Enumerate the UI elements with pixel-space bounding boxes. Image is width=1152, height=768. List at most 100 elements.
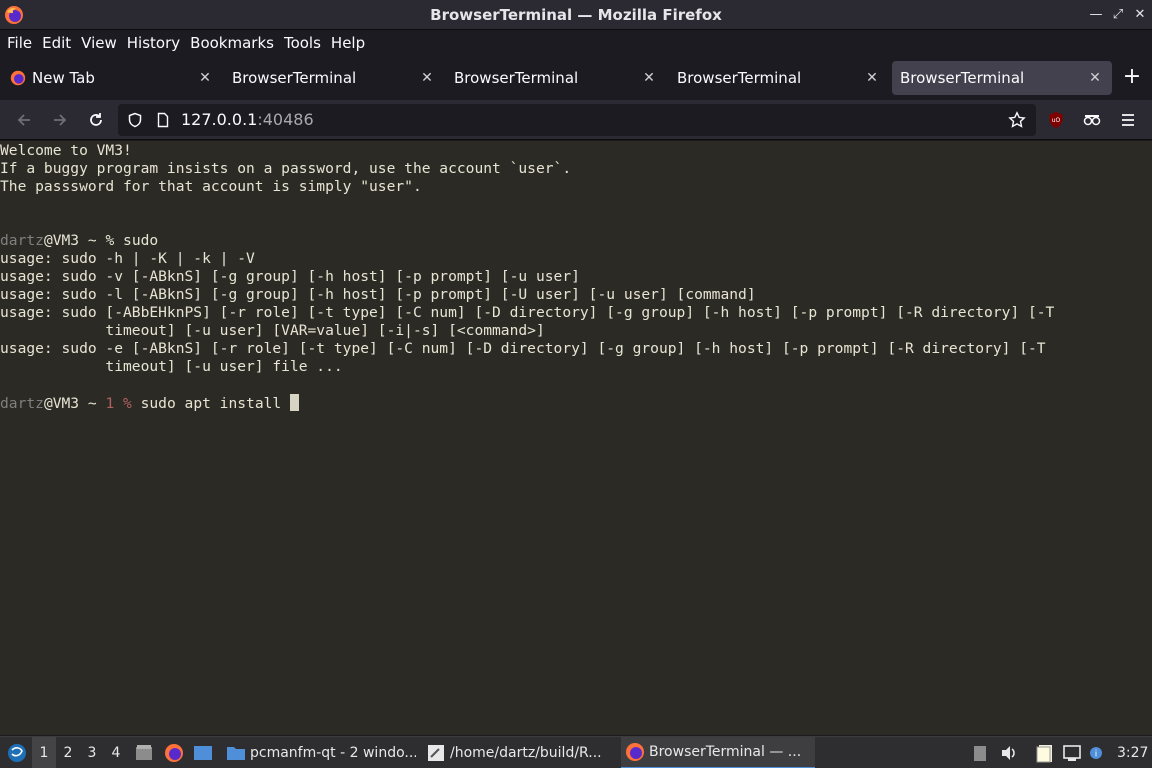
app-menu-button[interactable] [1117, 109, 1139, 131]
prompt-symbol: % [105, 232, 124, 249]
back-button[interactable] [13, 109, 35, 131]
tab-strip: New Tab ✕ BrowserTerminal ✕ BrowserTermi… [0, 58, 1152, 98]
ublock-origin-icon: uO [1049, 112, 1063, 128]
firefox-icon [165, 744, 183, 762]
prompt-user: dartz [0, 395, 44, 412]
terminal-output-line: usage: sudo [-ABbEHknPS] [-r role] [-t t… [0, 304, 1055, 321]
url-text[interactable]: 127.0.0.1:40486 [181, 110, 314, 129]
workspace-1[interactable]: 1 [32, 737, 56, 768]
tab-close-icon[interactable]: ✕ [196, 69, 214, 87]
tab-browserterminal[interactable]: BrowserTerminal ✕ [669, 61, 889, 95]
extension-button[interactable] [1081, 109, 1103, 131]
menu-edit[interactable]: Edit [37, 34, 76, 52]
menu-history[interactable]: History [122, 34, 185, 52]
terminal-output-line: timeout] [-u user] file ... [0, 358, 343, 375]
svg-text:uO: uO [1052, 117, 1061, 124]
bookmark-star-button[interactable] [1006, 109, 1028, 131]
menu-help[interactable]: Help [326, 34, 370, 52]
taskbar: 1 2 3 4 pcmanfm-qt - 2 windo... /home/da… [0, 736, 1152, 768]
firefox-launcher[interactable] [163, 737, 185, 768]
tab-close-icon[interactable]: ✕ [418, 69, 436, 87]
firefox-icon [626, 743, 644, 761]
terminal-output-line: usage: sudo -l [-ABknS] [-g group] [-h h… [0, 286, 756, 303]
terminal-prompt-line: dartz@VM3 ~ 1 % sudo apt install [0, 394, 299, 413]
tab-label: BrowserTerminal [900, 69, 1025, 87]
clipboard-icon [974, 746, 986, 761]
page-icon[interactable] [155, 112, 171, 128]
tab-label: New Tab [32, 69, 95, 87]
start-menu-button[interactable] [4, 737, 30, 768]
task-text-editor[interactable]: /home/dartz/build/R... [422, 737, 616, 768]
reload-button[interactable] [85, 109, 107, 131]
workspace-4[interactable]: 4 [104, 737, 128, 768]
volume-icon [1002, 746, 1015, 760]
menu-tools[interactable]: Tools [279, 34, 326, 52]
firefox-tab-icon [10, 70, 26, 86]
terminal-output-line: usage: sudo -h | -K | -k | -V [0, 250, 255, 267]
tab-browserterminal-active[interactable]: BrowserTerminal ✕ [892, 61, 1112, 95]
tab-browserterminal[interactable]: BrowserTerminal ✕ [224, 61, 444, 95]
tab-browserterminal[interactable]: BrowserTerminal ✕ [446, 61, 666, 95]
ublock-button[interactable]: uO [1045, 109, 1067, 131]
file-manager-icon [136, 745, 152, 760]
menu-bookmarks[interactable]: Bookmarks [185, 34, 279, 52]
tab-new-tab[interactable]: New Tab ✕ [2, 61, 222, 95]
lxqt-logo-icon [8, 744, 26, 762]
close-icon[interactable]: ✕ [1130, 5, 1150, 25]
tab-close-icon[interactable]: ✕ [863, 69, 881, 87]
terminal-area[interactable]: Welcome to VM3! If a buggy program insis… [0, 141, 1152, 735]
window-title: BrowserTerminal — Mozilla Firefox [430, 5, 722, 24]
url-port: :40486 [257, 110, 314, 129]
tray-notes[interactable] [1034, 737, 1056, 768]
menu-view[interactable]: View [76, 34, 122, 52]
task-label: /home/dartz/build/R... [450, 745, 602, 761]
desktop-icon [194, 746, 212, 760]
svg-text:i: i [1095, 750, 1098, 760]
new-tab-button[interactable]: + [1120, 66, 1144, 90]
terminal-welcome-line: If a buggy program insists on a password… [0, 160, 572, 177]
tray-notification[interactable]: i [1088, 737, 1104, 768]
hamburger-menu-icon [1122, 114, 1134, 126]
firefox-logo-icon [5, 6, 23, 24]
shield-icon[interactable] [127, 112, 143, 128]
tab-label: BrowserTerminal [232, 69, 357, 87]
workspace-2[interactable]: 2 [56, 737, 80, 768]
star-icon [1008, 111, 1026, 128]
forward-arrow-icon [54, 114, 67, 126]
prompt-user: dartz [0, 232, 44, 249]
prompt-host: @VM3 ~ [43, 232, 106, 249]
workspace-3[interactable]: 3 [80, 737, 104, 768]
terminal-welcome-line: Welcome to VM3! [0, 142, 132, 159]
window-titlebar: BrowserTerminal — Mozilla Firefox — ⤢ ✕ [0, 0, 1152, 30]
maximize-icon[interactable]: ⤢ [1108, 5, 1128, 25]
folder-icon [227, 747, 245, 760]
task-pcmanfm[interactable]: pcmanfm-qt - 2 windo... [222, 737, 416, 768]
tab-label: BrowserTerminal [677, 69, 802, 87]
tab-close-icon[interactable]: ✕ [1086, 69, 1104, 87]
tab-label: BrowserTerminal [454, 69, 579, 87]
terminal-cursor [289, 394, 299, 411]
clock[interactable]: 3:27 [1117, 737, 1148, 768]
show-desktop-button[interactable] [192, 737, 214, 768]
prompt-exit-status: 1 % [105, 395, 141, 412]
info-icon: i [1090, 747, 1102, 760]
tray-network[interactable] [1060, 737, 1084, 768]
url-bar[interactable]: 127.0.0.1:40486 [118, 104, 1036, 136]
file-manager-launcher[interactable] [133, 737, 155, 768]
task-label: BrowserTerminal — ... [649, 744, 802, 760]
forward-button[interactable] [49, 109, 71, 131]
terminal-welcome-line: The passsword for that account is simply… [0, 178, 422, 195]
text-editor-icon [428, 745, 444, 761]
terminal-output-line: usage: sudo -e [-ABknS] [-r role] [-t ty… [0, 340, 1046, 357]
back-arrow-icon [17, 114, 30, 126]
menu-file[interactable]: File [2, 34, 37, 52]
task-browserterminal[interactable]: BrowserTerminal — ... [621, 737, 815, 768]
tray-volume[interactable] [998, 737, 1020, 768]
network-icon [1063, 745, 1081, 761]
tab-close-icon[interactable]: ✕ [640, 69, 658, 87]
prompt-host: @VM3 ~ [43, 395, 106, 412]
tray-clipboard[interactable] [970, 737, 990, 768]
reload-icon [90, 113, 102, 126]
minimize-icon[interactable]: — [1086, 5, 1106, 25]
prompt-command: sudo apt install [140, 395, 290, 412]
